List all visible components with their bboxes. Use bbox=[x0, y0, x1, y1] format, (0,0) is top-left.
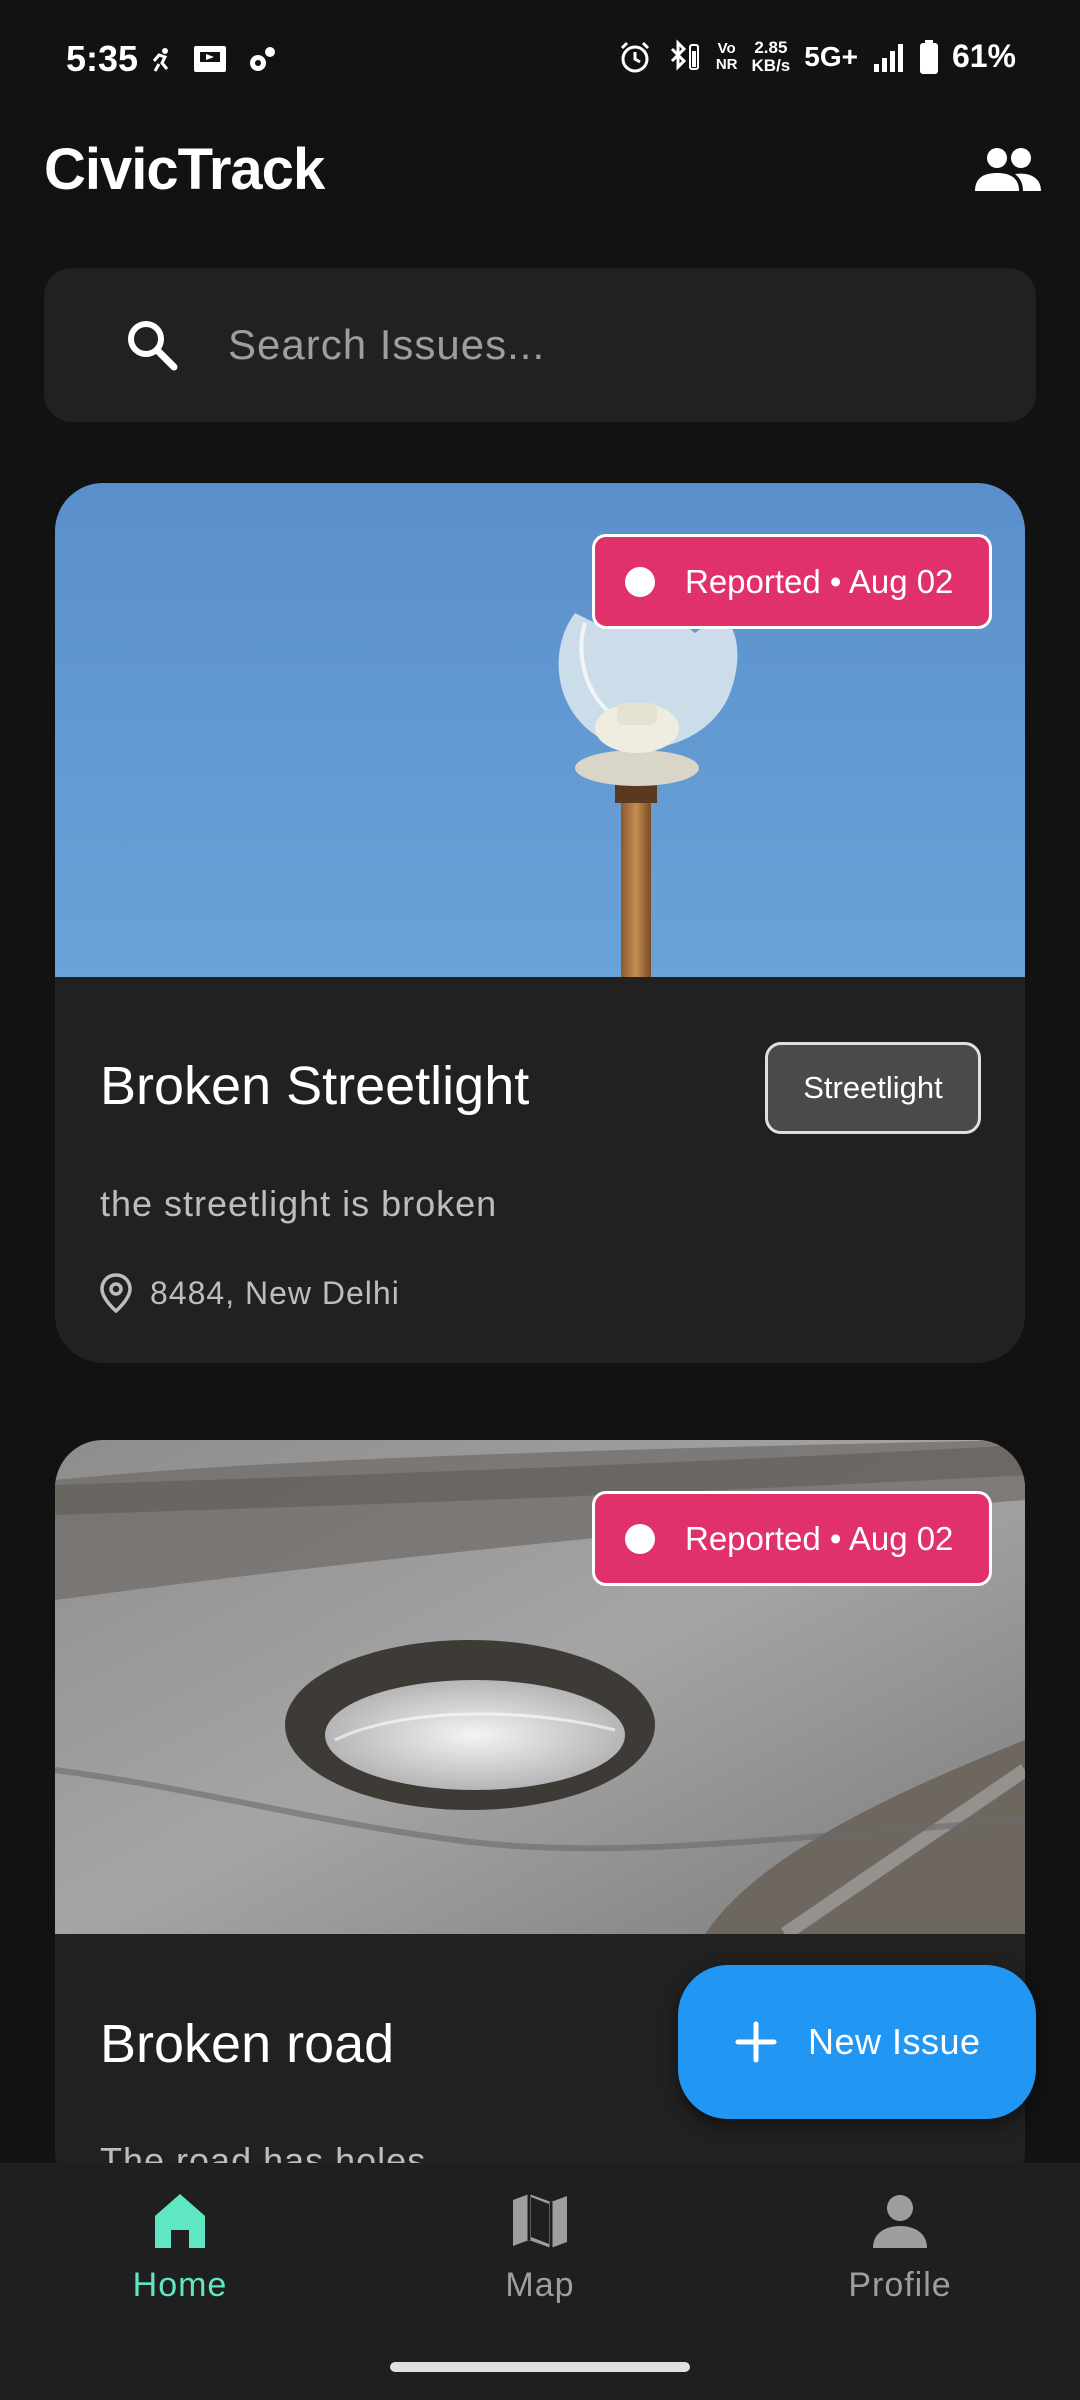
battery-level: 61% bbox=[951, 38, 1016, 74]
net-speed-unit: KB/s bbox=[751, 55, 791, 75]
vonr-indicator: Vo NR bbox=[715, 39, 738, 73]
issue-photo: Reported • Aug 02 bbox=[55, 483, 1025, 977]
location-pin-icon bbox=[100, 1273, 132, 1313]
alarm-icon bbox=[620, 41, 649, 72]
status-right-icons: Vo NR 2.85 KB/s 5G+ 61% bbox=[618, 38, 1016, 75]
issue-title: Broken Streetlight bbox=[100, 1056, 530, 1116]
status-chip: Reported • Aug 02 bbox=[592, 534, 992, 629]
issue-photo: Reported • Aug 02 bbox=[55, 1440, 1025, 1934]
plus-icon bbox=[735, 2021, 777, 2063]
status-text: Reported • Aug 02 bbox=[685, 562, 954, 600]
community-button[interactable] bbox=[972, 138, 1044, 202]
status-dot bbox=[625, 1523, 655, 1554]
activity-icon bbox=[152, 48, 169, 72]
nav-home[interactable]: Home bbox=[30, 2188, 330, 2305]
issue-card[interactable]: Reported • Aug 02 Broken Streetlight Str… bbox=[55, 483, 1025, 1363]
status-time: 5:35 bbox=[66, 38, 139, 79]
home-icon bbox=[155, 2194, 205, 2248]
new-issue-button[interactable]: New Issue bbox=[678, 1965, 1036, 2119]
status-text: Reported • Aug 02 bbox=[685, 1519, 954, 1557]
vonr-top: Vo bbox=[717, 39, 736, 57]
issue-title: Broken road bbox=[100, 2014, 395, 2074]
category-chip: Streetlight bbox=[765, 1042, 981, 1134]
issue-location: 8484, New Delhi bbox=[100, 1273, 400, 1313]
map-icon bbox=[513, 2194, 567, 2248]
vonr-bottom: NR bbox=[715, 55, 738, 73]
search-bar[interactable] bbox=[44, 268, 1036, 422]
nav-map[interactable]: Map bbox=[390, 2188, 690, 2305]
net-speed: 2.85 KB/s bbox=[751, 37, 791, 75]
cast-icon bbox=[194, 46, 226, 72]
home-indicator[interactable] bbox=[390, 2362, 690, 2372]
nav-map-label: Map bbox=[505, 2266, 575, 2304]
app-title: CivicTrack bbox=[44, 137, 325, 202]
status-chip: Reported • Aug 02 bbox=[592, 1491, 992, 1586]
signal-icon bbox=[873, 43, 903, 72]
issue-description: the streetlight is broken bbox=[100, 1183, 498, 1224]
person-icon bbox=[873, 2195, 927, 2248]
bluetooth-icon bbox=[670, 38, 699, 71]
people-icon bbox=[975, 148, 1041, 191]
nav-home-label: Home bbox=[132, 2266, 228, 2304]
new-issue-label: New Issue bbox=[808, 2021, 981, 2062]
location-text: 8484, New Delhi bbox=[150, 1274, 400, 1311]
status-dot bbox=[625, 566, 655, 597]
status-left-icons bbox=[150, 44, 276, 76]
nav-profile-label: Profile bbox=[848, 2266, 952, 2304]
settings-sync-icon bbox=[250, 47, 275, 71]
nav-profile[interactable]: Profile bbox=[750, 2188, 1050, 2305]
battery-icon bbox=[919, 39, 938, 74]
net-speed-value: 2.85 bbox=[754, 37, 788, 57]
status-bar: 5:35 Vo NR 2.85 KB/s 5G+ 61% bbox=[0, 0, 1080, 120]
network-type: 5G+ bbox=[804, 40, 858, 72]
search-icon bbox=[128, 321, 178, 371]
search-input[interactable] bbox=[228, 321, 988, 369]
